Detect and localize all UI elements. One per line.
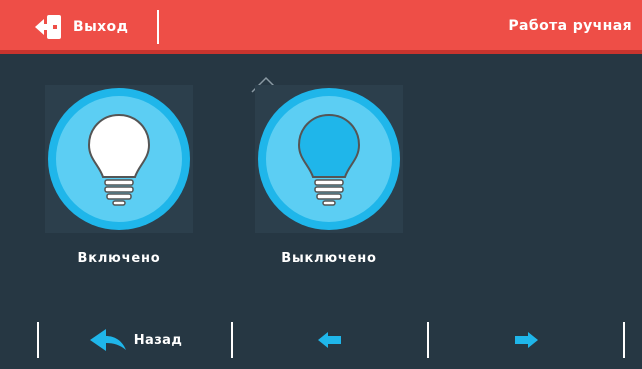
light-on-button[interactable] <box>45 85 193 233</box>
back-button[interactable]: Назад <box>39 322 231 358</box>
light-on-label: Включено <box>77 251 161 266</box>
light-off-button[interactable] <box>255 85 403 233</box>
nav-divider <box>623 322 625 358</box>
prev-button[interactable] <box>233 322 427 358</box>
bulb-off-icon <box>258 88 400 230</box>
back-label: Назад <box>133 332 183 348</box>
arrow-right-icon <box>515 332 538 348</box>
mode-title: Работа ручная <box>508 18 632 34</box>
exit-label: Выход <box>73 19 129 35</box>
top-bar: Выход Работа ручная <box>0 0 642 54</box>
light-off-label: Выключено <box>281 251 377 266</box>
bulb-on-icon <box>48 88 190 230</box>
back-arrow-icon <box>89 329 126 351</box>
arrow-left-icon <box>318 332 341 348</box>
exit-button[interactable]: Выход <box>34 14 128 40</box>
bottom-nav: Назад <box>0 322 642 362</box>
exit-icon <box>35 15 61 39</box>
next-button[interactable] <box>429 322 623 358</box>
header-divider <box>157 10 159 44</box>
